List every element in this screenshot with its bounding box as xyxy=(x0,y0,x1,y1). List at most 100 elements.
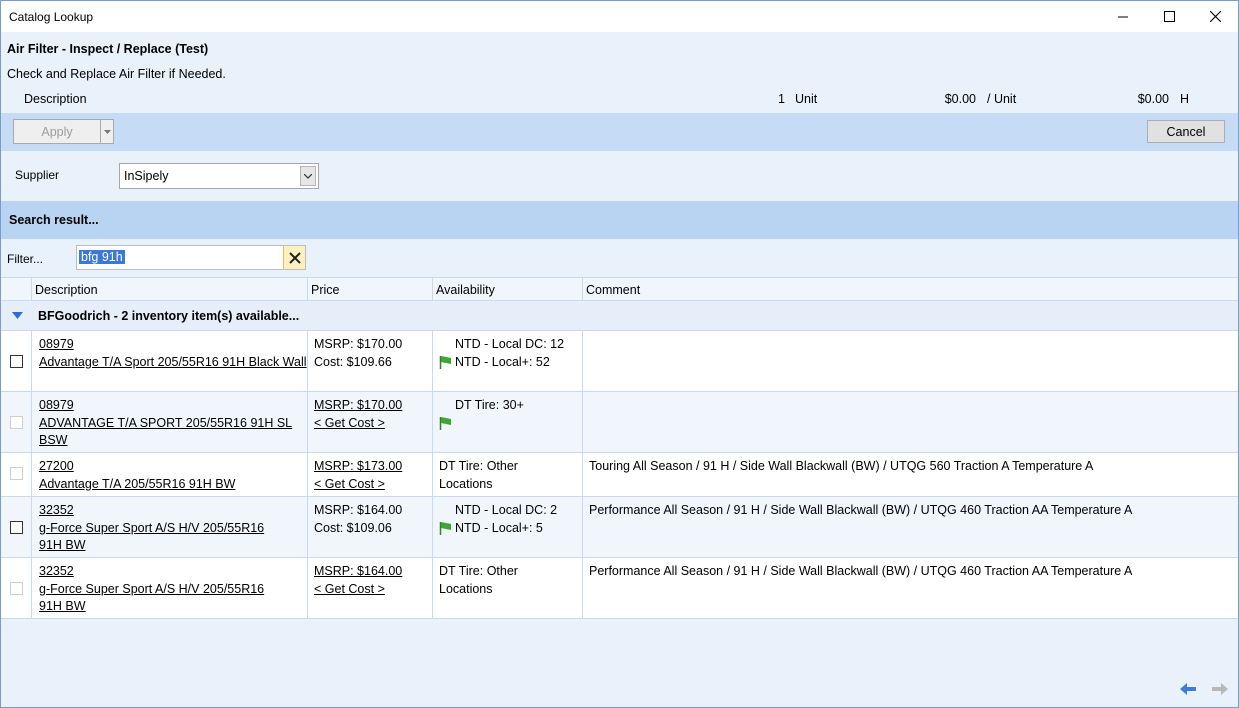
part-code-link[interactable]: 27200 xyxy=(39,458,307,476)
comment-cell: Touring All Season / 91 H / Side Wall Bl… xyxy=(582,453,1239,496)
maximize-button[interactable] xyxy=(1146,1,1192,32)
description-cell: 27200 Advantage T/A 205/55R16 91H BW xyxy=(31,453,307,496)
comment-cell: Performance All Season / 91 H / Side Wal… xyxy=(582,558,1239,618)
row-check-cell xyxy=(1,497,31,557)
dropdown-arrow-icon xyxy=(103,129,111,134)
group-row[interactable]: BFGoodrich - 2 inventory item(s) availab… xyxy=(1,301,1238,331)
part-code-link[interactable]: 32352 xyxy=(39,563,287,581)
availability-cell: DT Tire: Other Locations xyxy=(432,558,582,618)
apply-dropdown-button[interactable] xyxy=(101,119,114,144)
comment-cell xyxy=(582,331,1239,391)
get-cost-link[interactable]: < Get Cost > xyxy=(314,581,432,599)
header-description[interactable]: Description xyxy=(31,278,307,301)
row-check-cell xyxy=(1,453,31,496)
flag-icon xyxy=(439,416,451,430)
line-price: $0.00 xyxy=(944,92,976,106)
part-name-link[interactable]: ADVANTAGE T/A SPORT 205/55R16 91H SL BSW xyxy=(39,415,307,450)
table-row: 32352 g-Force Super Sport A/S H/V 205/55… xyxy=(1,558,1238,619)
msrp-link[interactable]: MSRP: $173.00 xyxy=(314,458,432,476)
cancel-button[interactable]: Cancel xyxy=(1147,120,1225,143)
part-name-link[interactable]: g-Force Super Sport A/S H/V 205/55R16 91… xyxy=(39,581,287,616)
header-price[interactable]: Price xyxy=(307,278,432,301)
minimize-button[interactable] xyxy=(1100,1,1146,32)
clear-filter-icon xyxy=(288,251,301,264)
header-check-column xyxy=(1,278,31,301)
availability-text: NTD - Local DC: 12 xyxy=(455,337,565,351)
availability-text: NTD - Local+: 5 xyxy=(455,520,543,535)
supplier-dropdown-button[interactable] xyxy=(300,166,316,186)
navigation-arrows xyxy=(1180,683,1228,695)
row-checkbox xyxy=(10,467,23,480)
group-label: BFGoodrich - 2 inventory item(s) availab… xyxy=(38,309,300,323)
description-cell: 32352 g-Force Super Sport A/S H/V 205/55… xyxy=(31,558,307,618)
catalog-lookup-window: Catalog Lookup Air Filter - Inspect / Re… xyxy=(0,0,1239,708)
comment-cell: Performance All Season / 91 H / Side Wal… xyxy=(582,497,1239,557)
get-cost-link[interactable]: < Get Cost > xyxy=(314,476,432,494)
msrp-link[interactable]: MSRP: $170.00 xyxy=(314,397,432,415)
header-comment[interactable]: Comment xyxy=(582,278,1239,301)
results-grid: Description Price Availability Comment B… xyxy=(1,277,1238,619)
collapse-group-icon[interactable] xyxy=(12,312,23,319)
operation-header: Air Filter - Inspect / Replace (Test) Ch… xyxy=(1,32,1238,113)
availability-text: DT Tire: 30+ xyxy=(455,398,524,412)
part-name-link[interactable]: g-Force Super Sport A/S H/V 205/55R16 91… xyxy=(39,520,287,555)
clear-filter-button[interactable] xyxy=(283,246,305,269)
price-cell: MSRP: $170.00 Cost: $109.66 xyxy=(307,331,432,391)
availability-line: DT Tire: 30+ xyxy=(439,397,582,415)
description-cell: 32352 g-Force Super Sport A/S H/V 205/55… xyxy=(31,497,307,557)
apply-button[interactable]: Apply xyxy=(13,119,101,144)
title-bar: Catalog Lookup xyxy=(1,1,1238,32)
minimize-icon xyxy=(1118,16,1128,17)
row-checkbox[interactable] xyxy=(10,521,23,534)
availability-line: NTD - Local DC: 2 xyxy=(439,502,582,520)
part-name-link[interactable]: Advantage T/A 205/55R16 91H BW xyxy=(39,476,307,494)
filter-value: bfg 91h xyxy=(79,250,125,264)
toolbar: Apply Cancel xyxy=(1,113,1238,151)
table-row: 27200 Advantage T/A 205/55R16 91H BW MSR… xyxy=(1,453,1238,497)
line-quantity: 1 xyxy=(778,92,785,106)
part-code-link[interactable]: 08979 xyxy=(39,397,307,415)
line-per-unit: / Unit xyxy=(987,92,1017,106)
row-checkbox xyxy=(10,582,23,595)
row-checkbox xyxy=(10,416,23,429)
filter-label: Filter... xyxy=(7,252,44,266)
availability-text: NTD - Local+: 52 xyxy=(455,354,550,369)
supplier-row: Supplier InSipely xyxy=(1,151,1238,201)
comment-cell xyxy=(582,392,1239,452)
row-check-cell xyxy=(1,558,31,618)
availability-text: DT Tire: Other Locations xyxy=(439,564,518,596)
filter-input[interactable]: bfg 91h xyxy=(76,245,306,270)
header-availability[interactable]: Availability xyxy=(432,278,582,301)
availability-text: NTD - Local DC: 2 xyxy=(455,503,558,517)
chevron-down-icon xyxy=(304,173,312,179)
msrp-link[interactable]: MSRP: $164.00 xyxy=(314,563,432,581)
flag-icon xyxy=(439,355,451,369)
part-code-link[interactable]: 32352 xyxy=(39,502,287,520)
search-result-header: Search result... xyxy=(1,201,1238,239)
supplier-select[interactable]: InSipely xyxy=(119,163,319,189)
next-arrow-icon[interactable] xyxy=(1212,683,1228,695)
prev-arrow-icon[interactable] xyxy=(1180,683,1196,695)
close-button[interactable] xyxy=(1192,1,1238,32)
table-row: 32352 g-Force Super Sport A/S H/V 205/55… xyxy=(1,497,1238,558)
line-total: $0.00 xyxy=(1137,92,1169,106)
row-check-cell xyxy=(1,331,31,391)
close-icon xyxy=(1209,11,1221,22)
msrp-text: MSRP: $170.00 xyxy=(314,337,403,351)
line-hours: H xyxy=(1180,92,1190,106)
window-title: Catalog Lookup xyxy=(9,9,94,24)
price-cell: MSRP: $170.00 < Get Cost > xyxy=(307,392,432,452)
price-cell: MSRP: $173.00 < Get Cost > xyxy=(307,453,432,496)
row-checkbox[interactable] xyxy=(10,355,23,368)
get-cost-link[interactable]: < Get Cost > xyxy=(314,415,432,433)
availability-text: DT Tire: Other Locations xyxy=(439,459,518,491)
msrp-text: MSRP: $164.00 xyxy=(314,503,403,517)
operation-title: Air Filter - Inspect / Replace (Test) xyxy=(7,42,209,56)
part-code-link[interactable]: 08979 xyxy=(39,336,307,354)
availability-line: NTD - Local DC: 12 xyxy=(439,336,582,354)
supplier-value: InSipely xyxy=(124,169,169,183)
table-row: 08979 ADVANTAGE T/A SPORT 205/55R16 91H … xyxy=(1,392,1238,453)
description-cell: 08979 ADVANTAGE T/A SPORT 205/55R16 91H … xyxy=(31,392,307,452)
part-name-link[interactable]: Advantage T/A Sport 205/55R16 91H Black … xyxy=(39,354,307,372)
availability-line: NTD - Local+: 52 xyxy=(439,354,582,372)
